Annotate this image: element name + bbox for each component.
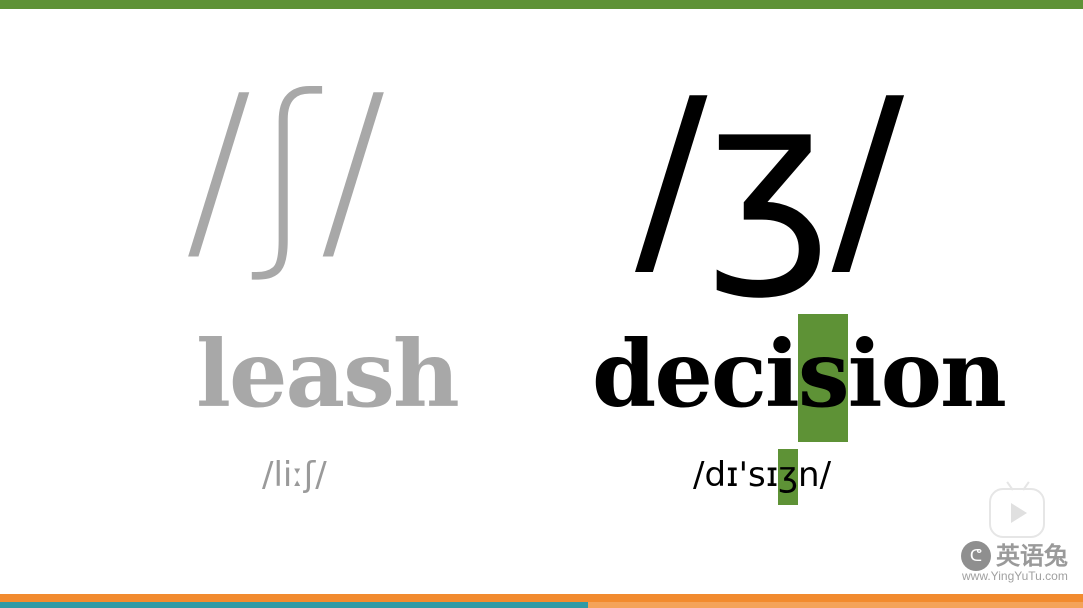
- play-button[interactable]: [989, 488, 1045, 538]
- brand-name: 英语兔: [996, 542, 1068, 570]
- phoneme-zh-symbol: /ʒ/: [635, 52, 905, 303]
- bottom-accent-bar: [0, 594, 1083, 602]
- ipa-highlighted-symbol: ʒ: [778, 449, 799, 505]
- ipa-part-before: /dɪ'sɪ: [693, 455, 779, 495]
- ipa-part-after: n/: [798, 455, 832, 495]
- phoneme-sh-symbol: /ʃ/: [185, 53, 387, 286]
- highlighted-letter: s: [797, 314, 850, 442]
- brand-url: www.YingYuTu.com: [962, 569, 1068, 583]
- video-progress-bar[interactable]: [0, 602, 588, 608]
- top-accent-bar: [0, 0, 1083, 9]
- example-word-leash: leash: [196, 320, 460, 428]
- brand-logo-icon: ᕦ: [961, 541, 991, 571]
- word-part-after: ion: [847, 320, 1007, 428]
- video-frame: /ʃ/ /ʒ/ leash decision /liːʃ/ /dɪ'sɪʒn/ …: [0, 0, 1083, 608]
- ipa-decision: /dɪ'sɪʒn/: [693, 449, 832, 505]
- ipa-leash: /liːʃ/: [262, 455, 327, 495]
- example-word-decision: decision: [592, 314, 1007, 442]
- play-icon: [1011, 503, 1027, 523]
- video-progress-remaining[interactable]: [588, 602, 1083, 608]
- word-part-before: deci: [592, 320, 800, 428]
